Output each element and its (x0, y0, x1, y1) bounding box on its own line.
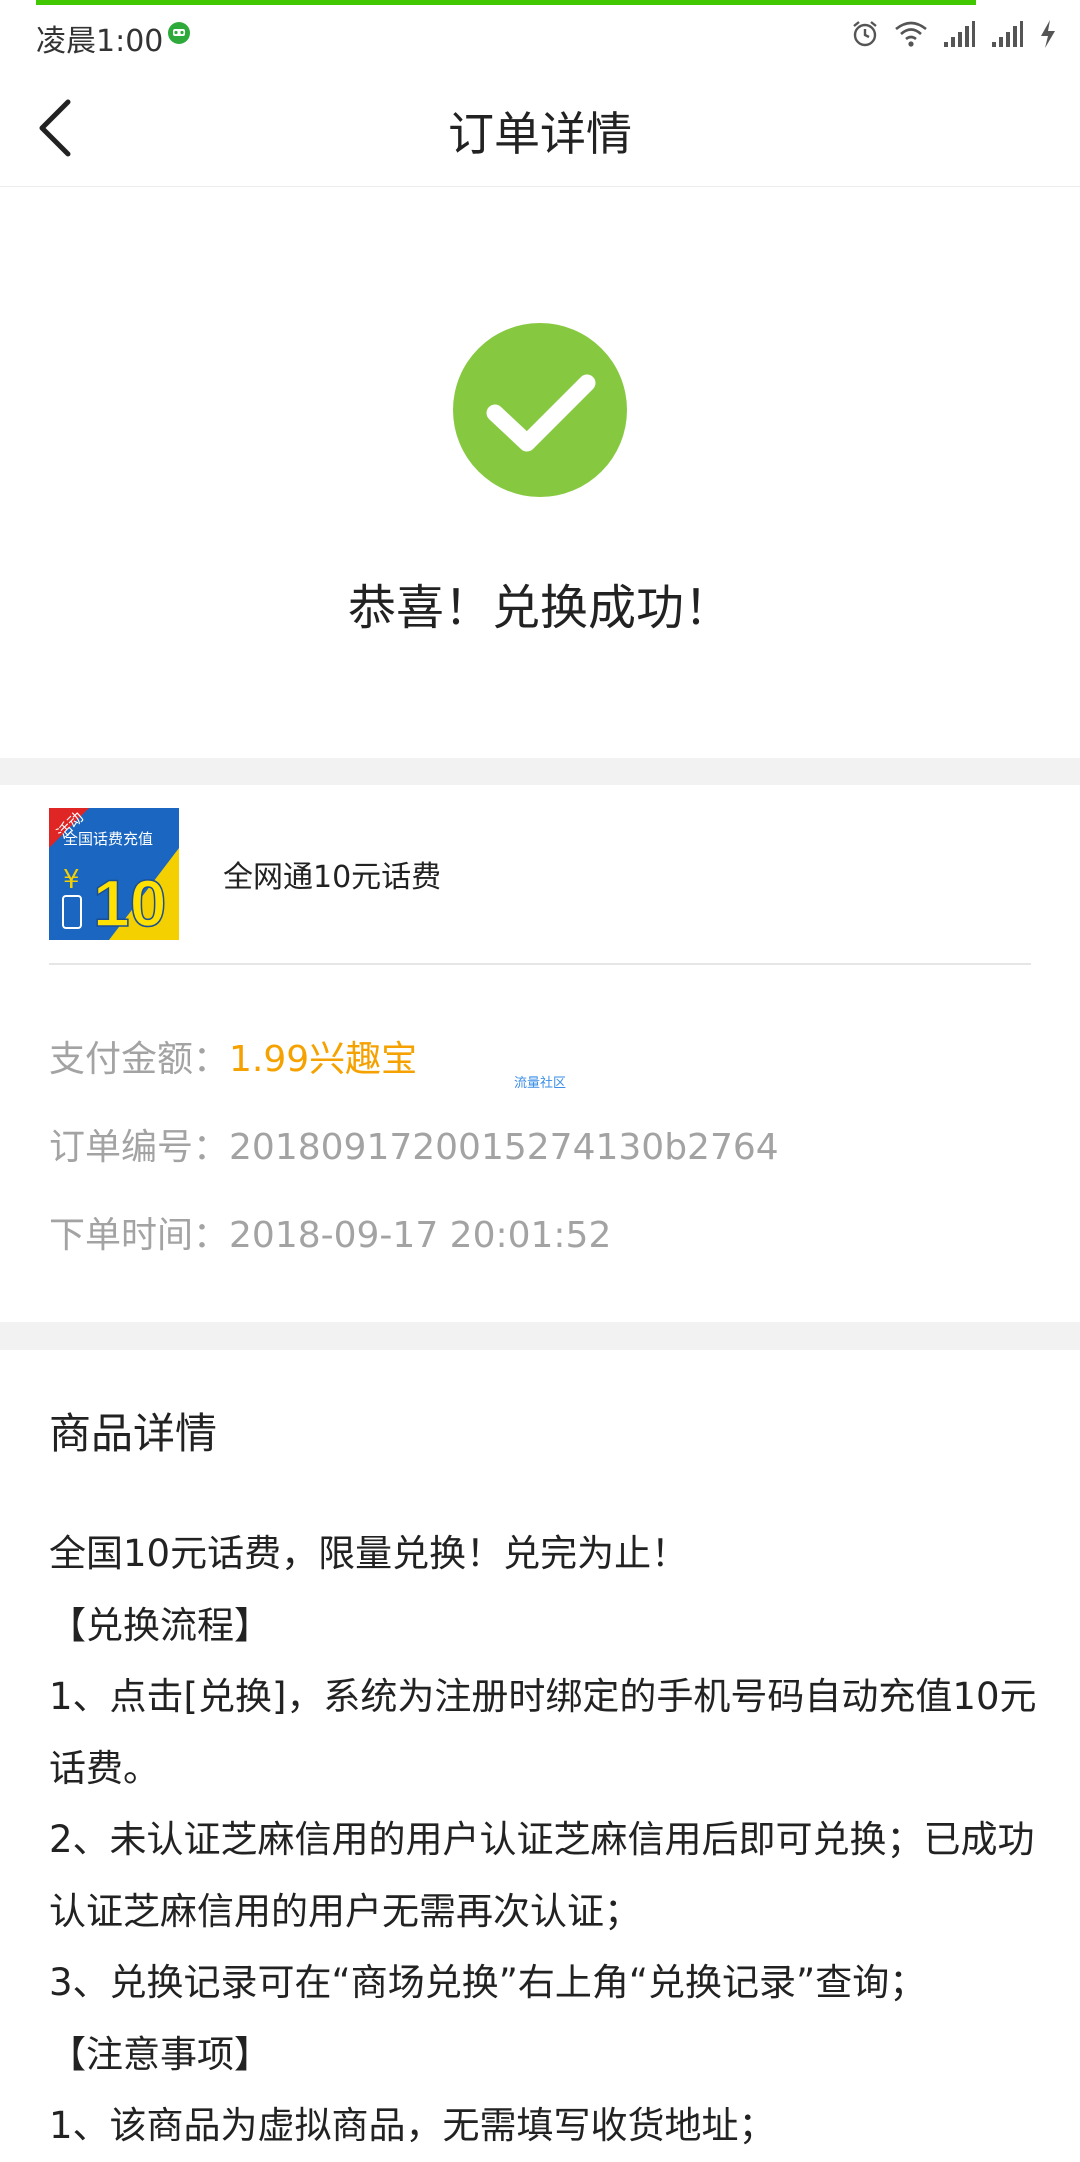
pay-amount-value: 1.99兴趣宝 (229, 1039, 418, 1080)
details-line: 3、兑换记录可在“商场兑换”右上角“兑换记录”查询； (49, 1961, 927, 2004)
app-notification-icon (168, 22, 190, 44)
pay-amount-label: 支付金额： (49, 1039, 230, 1080)
status-time: 凌晨1:00 (36, 24, 164, 59)
details-title: 商品详情 (49, 1409, 218, 1458)
wifi-icon (895, 21, 927, 47)
product-thumbnail: 活动 全国话费充值 ¥ 10 (49, 808, 179, 940)
charging-icon (1041, 20, 1055, 48)
order-number-row: 订单编号：2018091720015274130b2764 (49, 1118, 779, 1170)
details-line: 【注意事项】 (49, 2032, 271, 2076)
order-number-label: 订单编号： (49, 1127, 230, 1168)
product-name[interactable]: 全网通10元话费 (223, 852, 441, 896)
details-line: 1、该商品为虚拟商品，无需填写收货地址； (49, 2104, 776, 2147)
nav-bar: 订单详情 (0, 68, 1080, 187)
section-divider (0, 1322, 1080, 1350)
details-line: 全国10元话费，限量兑换！兑完为止！ (49, 1532, 689, 1575)
product-currency: ¥ (63, 865, 80, 895)
success-message: 恭喜！兑换成功！ (347, 580, 732, 636)
order-time-row: 下单时间：2018-09-17 20:01:52 (49, 1206, 611, 1258)
details-line: 【兑换流程】 (49, 1603, 271, 1647)
section-divider (0, 758, 1080, 785)
signal-icon (992, 21, 1023, 47)
divider (49, 963, 1031, 965)
status-icons (850, 16, 1058, 52)
check-circle-icon (453, 323, 627, 497)
details-line: 2、未认证芝麻信用的用户认证芝麻信用后即可兑换；已成功认证芝麻信用的用户无需再次… (49, 1818, 1035, 1933)
status-bar: 凌晨1:00 (0, 0, 1080, 68)
order-time-value: 2018-09-17 20:01:52 (229, 1215, 612, 1256)
product-amount: 10 (93, 866, 166, 940)
details-body: 全国10元话费，限量兑换！兑完为止！ 【兑换流程】 1、点击[兑换]，系统为注册… (49, 1518, 1039, 2162)
alarm-icon (853, 21, 877, 47)
order-number-value: 2018091720015274130b2764 (229, 1127, 779, 1168)
product-caption: 全国话费充值 (63, 830, 153, 848)
pay-amount-row: 支付金额：1.99兴趣宝 (49, 1030, 417, 1082)
details-line: 1、点击[兑换]，系统为注册时绑定的手机号码自动充值10元话费。 (49, 1675, 1037, 1790)
order-time-label: 下单时间： (49, 1215, 230, 1256)
page-title: 订单详情 (448, 107, 632, 161)
watermark: 流量社区 (514, 1076, 567, 1091)
signal-icon (944, 21, 975, 47)
